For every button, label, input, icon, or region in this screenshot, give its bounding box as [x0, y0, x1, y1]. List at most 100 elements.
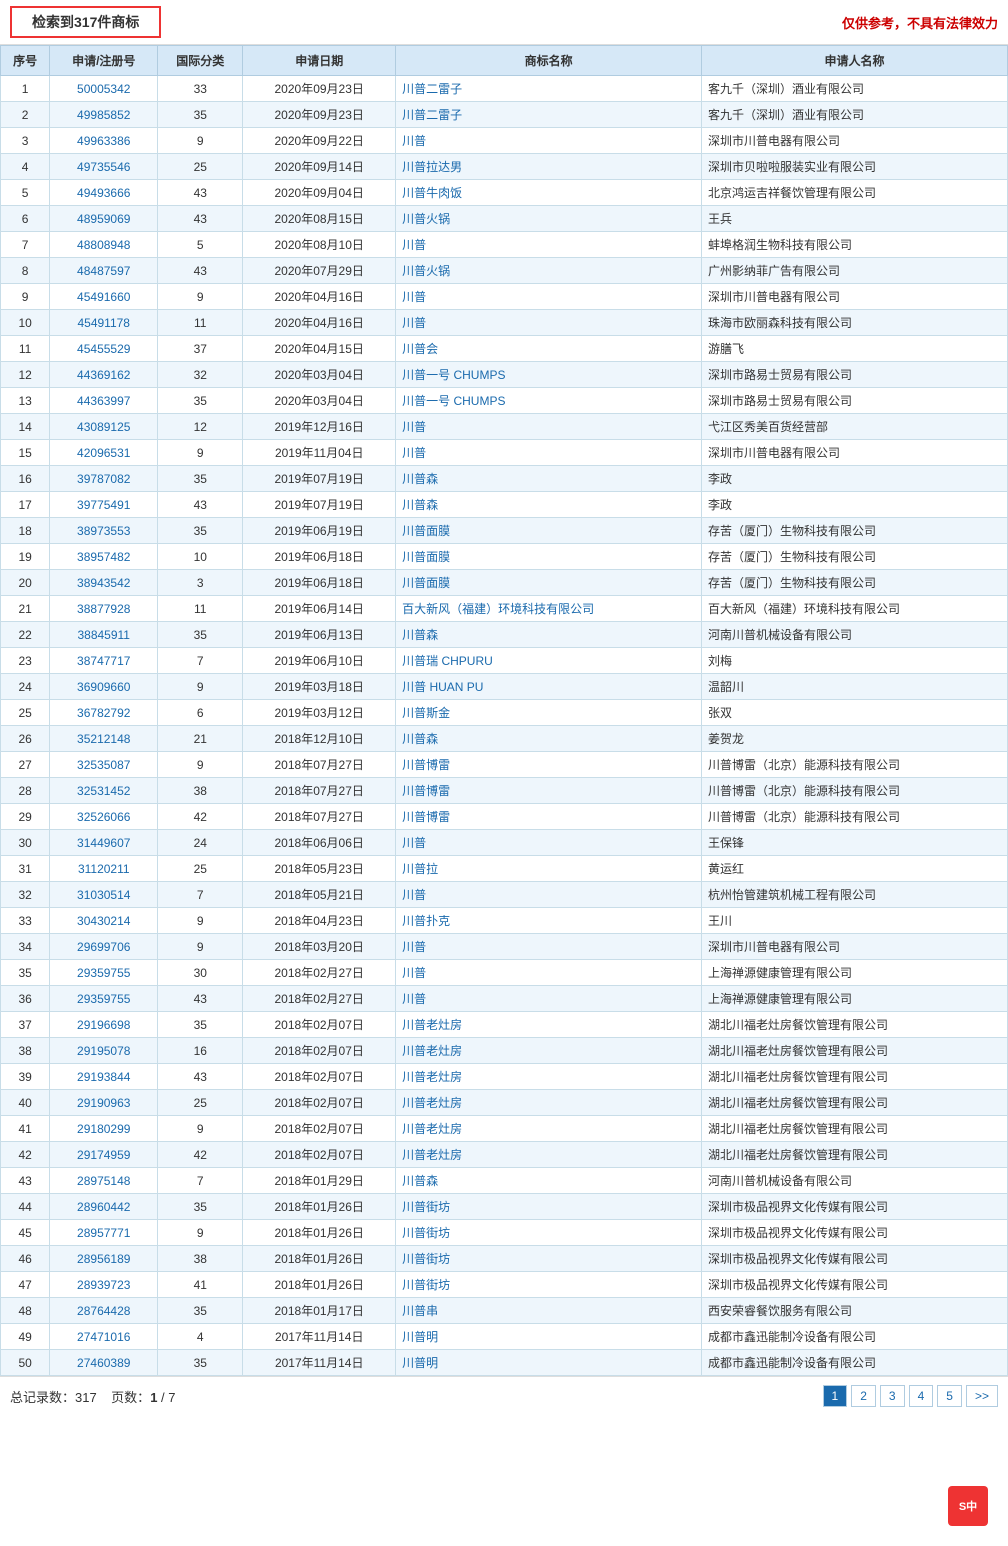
cell-brand-name[interactable]: 川普森 [396, 726, 702, 752]
cell-app-num[interactable]: 38747717 [50, 648, 158, 674]
cell-app-num[interactable]: 49985852 [50, 102, 158, 128]
cell-app-num[interactable]: 29196698 [50, 1012, 158, 1038]
cell-app-num[interactable]: 28957771 [50, 1220, 158, 1246]
cell-app-num[interactable]: 29193844 [50, 1064, 158, 1090]
cell-brand-name[interactable]: 川普会 [396, 336, 702, 362]
cell-app-num[interactable]: 39775491 [50, 492, 158, 518]
cell-brand-name[interactable]: 川普扑克 [396, 908, 702, 934]
cell-app-num[interactable]: 44363997 [50, 388, 158, 414]
cell-brand-name[interactable]: 川普街坊 [396, 1220, 702, 1246]
cell-brand-name[interactable]: 川普 [396, 414, 702, 440]
cell-brand-name[interactable]: 川普一号 CHUMPS [396, 362, 702, 388]
cell-brand-name[interactable]: 川普斯金 [396, 700, 702, 726]
cell-app-num[interactable]: 48959069 [50, 206, 158, 232]
cell-brand-name[interactable]: 川普博雷 [396, 778, 702, 804]
cell-app-num[interactable]: 43089125 [50, 414, 158, 440]
cell-brand-name[interactable]: 川普博雷 [396, 752, 702, 778]
cell-app-num[interactable]: 30430214 [50, 908, 158, 934]
cell-brand-name[interactable]: 川普森 [396, 466, 702, 492]
cell-app-num[interactable]: 42096531 [50, 440, 158, 466]
cell-brand-name[interactable]: 川普明 [396, 1350, 702, 1376]
cell-app-num[interactable]: 32535087 [50, 752, 158, 778]
cell-brand-name[interactable]: 川普 HUAN PU [396, 674, 702, 700]
cell-brand-name[interactable]: 川普 [396, 934, 702, 960]
cell-brand-name[interactable]: 川普老灶房 [396, 1038, 702, 1064]
cell-brand-name[interactable]: 川普二雷子 [396, 76, 702, 102]
cell-brand-name[interactable]: 川普博雷 [396, 804, 702, 830]
cell-brand-name[interactable]: 川普面膜 [396, 518, 702, 544]
cell-brand-name[interactable]: 川普火锅 [396, 206, 702, 232]
cell-brand-name[interactable]: 川普 [396, 960, 702, 986]
cell-app-num[interactable]: 39787082 [50, 466, 158, 492]
cell-app-num[interactable]: 31030514 [50, 882, 158, 908]
cell-brand-name[interactable]: 川普面膜 [396, 570, 702, 596]
cell-app-num[interactable]: 36782792 [50, 700, 158, 726]
cell-app-num[interactable]: 31120211 [50, 856, 158, 882]
cell-brand-name[interactable]: 百大新风（福建）环境科技有限公司 [396, 596, 702, 622]
cell-app-num[interactable]: 28764428 [50, 1298, 158, 1324]
cell-brand-name[interactable]: 川普 [396, 882, 702, 908]
pagination-page-4[interactable]: 4 [909, 1385, 934, 1407]
cell-brand-name[interactable]: 川普火锅 [396, 258, 702, 284]
cell-brand-name[interactable]: 川普老灶房 [396, 1116, 702, 1142]
cell-app-num[interactable]: 27471016 [50, 1324, 158, 1350]
cell-app-num[interactable]: 38943542 [50, 570, 158, 596]
pagination-page-5[interactable]: 5 [937, 1385, 962, 1407]
cell-app-num[interactable]: 38877928 [50, 596, 158, 622]
pagination-page-1[interactable]: 1 [823, 1385, 848, 1407]
cell-app-num[interactable]: 29359755 [50, 986, 158, 1012]
cell-app-num[interactable]: 27460389 [50, 1350, 158, 1376]
cell-brand-name[interactable]: 川普面膜 [396, 544, 702, 570]
cell-brand-name[interactable]: 川普明 [396, 1324, 702, 1350]
cell-brand-name[interactable]: 川普 [396, 232, 702, 258]
cell-app-num[interactable]: 44369162 [50, 362, 158, 388]
pagination-page-3[interactable]: 3 [880, 1385, 905, 1407]
cell-brand-name[interactable]: 川普森 [396, 622, 702, 648]
cell-brand-name[interactable]: 川普拉达男 [396, 154, 702, 180]
cell-app-num[interactable]: 29195078 [50, 1038, 158, 1064]
cell-app-num[interactable]: 48487597 [50, 258, 158, 284]
cell-brand-name[interactable]: 川普一号 CHUMPS [396, 388, 702, 414]
cell-brand-name[interactable]: 川普 [396, 284, 702, 310]
cell-brand-name[interactable]: 川普二雷子 [396, 102, 702, 128]
pagination-page-2[interactable]: 2 [851, 1385, 876, 1407]
cell-app-num[interactable]: 49963386 [50, 128, 158, 154]
cell-app-num[interactable]: 29359755 [50, 960, 158, 986]
cell-brand-name[interactable]: 川普牛肉饭 [396, 180, 702, 206]
cell-brand-name[interactable]: 川普老灶房 [396, 1090, 702, 1116]
cell-app-num[interactable]: 48808948 [50, 232, 158, 258]
cell-app-num[interactable]: 28939723 [50, 1272, 158, 1298]
cell-app-num[interactable]: 28956189 [50, 1246, 158, 1272]
cell-brand-name[interactable]: 川普 [396, 128, 702, 154]
cell-app-num[interactable]: 29174959 [50, 1142, 158, 1168]
cell-app-num[interactable]: 36909660 [50, 674, 158, 700]
cell-app-num[interactable]: 45491178 [50, 310, 158, 336]
cell-app-num[interactable]: 45455529 [50, 336, 158, 362]
cell-brand-name[interactable]: 川普瑞 CHPURU [396, 648, 702, 674]
cell-brand-name[interactable]: 川普老灶房 [396, 1142, 702, 1168]
cell-brand-name[interactable]: 川普老灶房 [396, 1012, 702, 1038]
cell-brand-name[interactable]: 川普 [396, 310, 702, 336]
cell-app-num[interactable]: 32531452 [50, 778, 158, 804]
cell-app-num[interactable]: 49493666 [50, 180, 158, 206]
cell-brand-name[interactable]: 川普街坊 [396, 1194, 702, 1220]
cell-brand-name[interactable]: 川普街坊 [396, 1246, 702, 1272]
cell-app-num[interactable]: 29180299 [50, 1116, 158, 1142]
cell-brand-name[interactable]: 川普街坊 [396, 1272, 702, 1298]
cell-app-num[interactable]: 38845911 [50, 622, 158, 648]
cell-brand-name[interactable]: 川普老灶房 [396, 1064, 702, 1090]
cell-brand-name[interactable]: 川普 [396, 986, 702, 1012]
cell-brand-name[interactable]: 川普森 [396, 492, 702, 518]
cell-app-num[interactable]: 50005342 [50, 76, 158, 102]
cell-app-num[interactable]: 31449607 [50, 830, 158, 856]
cell-app-num[interactable]: 45491660 [50, 284, 158, 310]
cell-brand-name[interactable]: 川普 [396, 440, 702, 466]
cell-brand-name[interactable]: 川普串 [396, 1298, 702, 1324]
cell-app-num[interactable]: 29190963 [50, 1090, 158, 1116]
cell-app-num[interactable]: 38957482 [50, 544, 158, 570]
cell-brand-name[interactable]: 川普 [396, 830, 702, 856]
pagination-next[interactable]: >> [966, 1385, 998, 1407]
cell-app-num[interactable]: 49735546 [50, 154, 158, 180]
cell-app-num[interactable]: 29699706 [50, 934, 158, 960]
cell-brand-name[interactable]: 川普森 [396, 1168, 702, 1194]
